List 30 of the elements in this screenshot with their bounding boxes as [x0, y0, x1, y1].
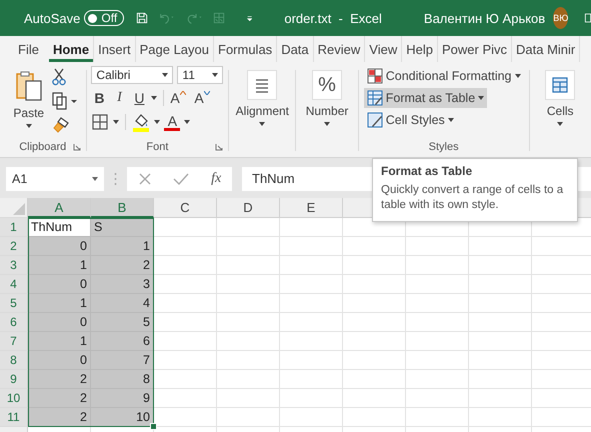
- table-cell: 9: [91, 389, 154, 408]
- tooltip-title: Format as Table: [381, 164, 474, 178]
- table-cell: ThNum: [28, 218, 91, 237]
- table-cell: 5: [91, 313, 154, 332]
- table-cell: 2: [91, 256, 154, 275]
- table-cell: 1: [28, 256, 91, 275]
- user-name: Валентин Ю Арьков: [424, 10, 546, 26]
- document-title: order.txt - Excel: [284, 10, 382, 26]
- table-cell: 6: [91, 332, 154, 351]
- table-cell: 4: [91, 294, 154, 313]
- table-cell: 0: [28, 313, 91, 332]
- table-cell: 3: [91, 275, 154, 294]
- table-cell: 8: [91, 370, 154, 389]
- autosave-label: AutoSave: [24, 10, 80, 26]
- group-label: Clipboard: [19, 141, 66, 153]
- table-cell: 0: [28, 351, 91, 370]
- tooltip-text: Quickly convert a range of cells to a table with its own style.: [381, 183, 564, 213]
- table-cell: 0: [28, 237, 91, 256]
- group-label: Font: [146, 141, 168, 153]
- table-cell: 2: [28, 408, 91, 427]
- table-cell: 1: [91, 237, 154, 256]
- table-cell: 1: [28, 332, 91, 351]
- table-cell: 2: [28, 370, 91, 389]
- table-cell: S: [91, 218, 154, 237]
- group-label: Styles: [428, 141, 459, 153]
- table-cell: 7: [91, 351, 154, 370]
- table-cell: 0: [28, 275, 91, 294]
- table-cell: 2: [28, 389, 91, 408]
- table-cell: 10: [91, 408, 154, 427]
- table-cell: 1: [28, 294, 91, 313]
